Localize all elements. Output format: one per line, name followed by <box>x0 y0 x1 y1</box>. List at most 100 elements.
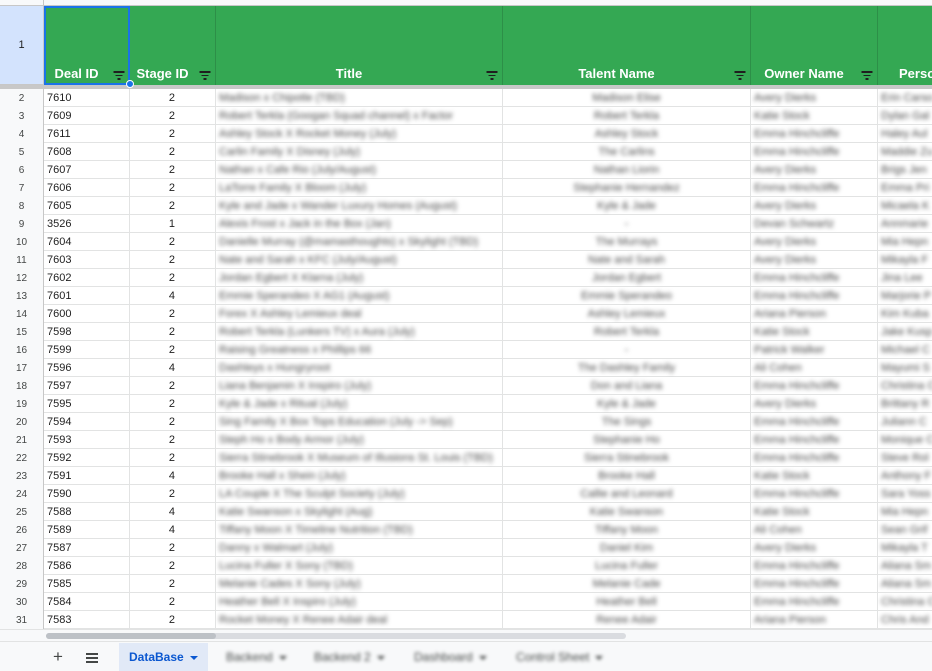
cell-person[interactable]: Mikayla F <box>878 251 932 269</box>
row-number[interactable]: 25 <box>0 503 44 521</box>
row-number[interactable]: 17 <box>0 359 44 377</box>
cell-talent-name[interactable]: The Carlins <box>503 143 751 161</box>
cell-talent-name[interactable]: Lucina Fuller <box>503 557 751 575</box>
row-number[interactable]: 29 <box>0 575 44 593</box>
cell-talent-name[interactable]: Stephanie Hernandez <box>503 179 751 197</box>
row-number-header[interactable]: 1 <box>0 6 44 85</box>
cell-person[interactable]: Jina Lee <box>878 269 932 287</box>
cell-owner-name[interactable]: Emma Hinchcliffe <box>751 557 878 575</box>
cell-title[interactable]: Sing Family X Box Tops Education (July -… <box>216 413 503 431</box>
tab-control-sheet[interactable]: Control Sheet <box>506 643 613 671</box>
row-number[interactable]: 8 <box>0 197 44 215</box>
cell-stage-id[interactable]: 2 <box>130 449 216 467</box>
cell-title[interactable]: Katie Swanson x Skylight (Aug) <box>216 503 503 521</box>
row-number[interactable]: 2 <box>0 89 44 107</box>
row-number[interactable]: 27 <box>0 539 44 557</box>
cell-talent-name[interactable]: The Murrays <box>503 233 751 251</box>
row-number[interactable]: 10 <box>0 233 44 251</box>
cell-talent-name[interactable]: Madison Elise <box>503 89 751 107</box>
cell-talent-name[interactable]: Nathan Liorin <box>503 161 751 179</box>
cell-person[interactable]: Michael C <box>878 341 932 359</box>
cell-person[interactable]: Annmarie <box>878 215 932 233</box>
row-number[interactable]: 9 <box>0 215 44 233</box>
cell-stage-id[interactable]: 4 <box>130 359 216 377</box>
cell-deal-id[interactable]: 7602 <box>44 269 130 287</box>
cell-person[interactable]: Mia Hepn <box>878 233 932 251</box>
cell-title[interactable]: Liana Benjamin X Inspiro (July) <box>216 377 503 395</box>
cell-title[interactable]: Danielle Murray (@mamasthoughts) x Skyli… <box>216 233 503 251</box>
cell-stage-id[interactable]: 4 <box>130 521 216 539</box>
cell-deal-id[interactable]: 7591 <box>44 467 130 485</box>
cell-stage-id[interactable]: 2 <box>130 611 216 629</box>
cell-person[interactable]: Mikayla T <box>878 539 932 557</box>
cell-talent-name[interactable]: Renee Adair <box>503 611 751 629</box>
cell-person[interactable]: Mayumi S <box>878 359 932 377</box>
cell-title[interactable]: Carlin Family X Disney (July) <box>216 143 503 161</box>
selection-handle[interactable] <box>126 80 134 88</box>
cell-person[interactable]: Monique C <box>878 431 932 449</box>
cell-deal-id[interactable]: 7594 <box>44 413 130 431</box>
cell-deal-id[interactable]: 7611 <box>44 125 130 143</box>
cell-title[interactable]: LA Couple X The Sculpt Society (July) <box>216 485 503 503</box>
cell-deal-id[interactable]: 7583 <box>44 611 130 629</box>
cell-owner-name[interactable]: Ariana Pierson <box>751 305 878 323</box>
row-number[interactable]: 14 <box>0 305 44 323</box>
row-number[interactable]: 16 <box>0 341 44 359</box>
cell-title[interactable]: Danny x Walmart (July) <box>216 539 503 557</box>
cell-owner-name[interactable]: Emma Hinchcliffe <box>751 125 878 143</box>
tab-database[interactable]: DataBase <box>119 643 208 671</box>
menu-icon[interactable] <box>82 647 102 667</box>
cell-person[interactable]: Mia Hepn <box>878 503 932 521</box>
cell-owner-name[interactable]: Emma Hinchcliffe <box>751 593 878 611</box>
cell-person[interactable]: Emma Pri <box>878 179 932 197</box>
row-number[interactable]: 30 <box>0 593 44 611</box>
cell-title[interactable]: Madison x Chipotle (TBD) <box>216 89 503 107</box>
filter-icon[interactable] <box>113 70 125 80</box>
cell-deal-id[interactable]: 7606 <box>44 179 130 197</box>
cell-deal-id[interactable]: 7596 <box>44 359 130 377</box>
row-number[interactable]: 31 <box>0 611 44 629</box>
cell-title[interactable]: Tiffany Moon X Timeline Nutrition (TBD) <box>216 521 503 539</box>
cell-person[interactable]: Micaela K <box>878 197 932 215</box>
cell-stage-id[interactable]: 2 <box>130 539 216 557</box>
header-owner-name[interactable]: Owner Name <box>751 6 878 85</box>
cell-title[interactable]: Ashley Stock X Rocket Money (July) <box>216 125 503 143</box>
cell-talent-name[interactable]: Ashley Stock <box>503 125 751 143</box>
cell-talent-name[interactable]: Heather Bell <box>503 593 751 611</box>
cell-title[interactable]: Sierra Stinebrook X Museum of Illusions … <box>216 449 503 467</box>
cell-talent-name[interactable]: Ashley Lemieux <box>503 305 751 323</box>
cell-person[interactable]: Chris And <box>878 611 932 629</box>
cell-owner-name[interactable]: Emma Hinchcliffe <box>751 287 878 305</box>
cell-owner-name[interactable]: Avery Dierks <box>751 233 878 251</box>
cell-title[interactable]: Alexis Frost x Jack in the Box (Jan) <box>216 215 503 233</box>
cell-title[interactable]: Kyle and Jade x Wander Luxury Homes (Aug… <box>216 197 503 215</box>
filter-icon[interactable] <box>199 70 211 80</box>
cell-title[interactable]: Emmie Sperandeo X AG1 (August) <box>216 287 503 305</box>
cell-title[interactable]: Dashleys x Hungryroot <box>216 359 503 377</box>
cell-owner-name[interactable]: Emma Hinchcliffe <box>751 143 878 161</box>
cell-owner-name[interactable]: Emma Hinchcliffe <box>751 449 878 467</box>
cell-talent-name[interactable]: Robert Terkla <box>503 107 751 125</box>
cell-stage-id[interactable]: 2 <box>130 125 216 143</box>
cell-deal-id[interactable]: 7604 <box>44 233 130 251</box>
cell-title[interactable]: Robert Terkla (Lunkers TV) x Aura (July) <box>216 323 503 341</box>
cell-stage-id[interactable]: 2 <box>130 251 216 269</box>
cell-talent-name[interactable]: Brooke Hall <box>503 467 751 485</box>
cell-talent-name[interactable]: Jordan Egbert <box>503 269 751 287</box>
cell-deal-id[interactable]: 7599 <box>44 341 130 359</box>
chevron-down-icon[interactable] <box>278 655 287 660</box>
cell-stage-id[interactable]: 2 <box>130 269 216 287</box>
cell-person[interactable]: Christina C <box>878 593 932 611</box>
row-number[interactable]: 5 <box>0 143 44 161</box>
cell-person[interactable]: Brittany R <box>878 395 932 413</box>
cell-talent-name[interactable]: Daniel Kim <box>503 539 751 557</box>
row-number[interactable]: 26 <box>0 521 44 539</box>
cell-owner-name[interactable]: Emma Hinchcliffe <box>751 269 878 287</box>
cell-owner-name[interactable]: Katie Stock <box>751 107 878 125</box>
row-number[interactable]: 19 <box>0 395 44 413</box>
cell-owner-name[interactable]: Katie Stock <box>751 467 878 485</box>
header-person[interactable]: Perso <box>878 6 932 85</box>
cell-title[interactable]: Melanie Cades X Sony (July) <box>216 575 503 593</box>
cell-person[interactable]: Marjorie P <box>878 287 932 305</box>
cell-stage-id[interactable]: 1 <box>130 215 216 233</box>
